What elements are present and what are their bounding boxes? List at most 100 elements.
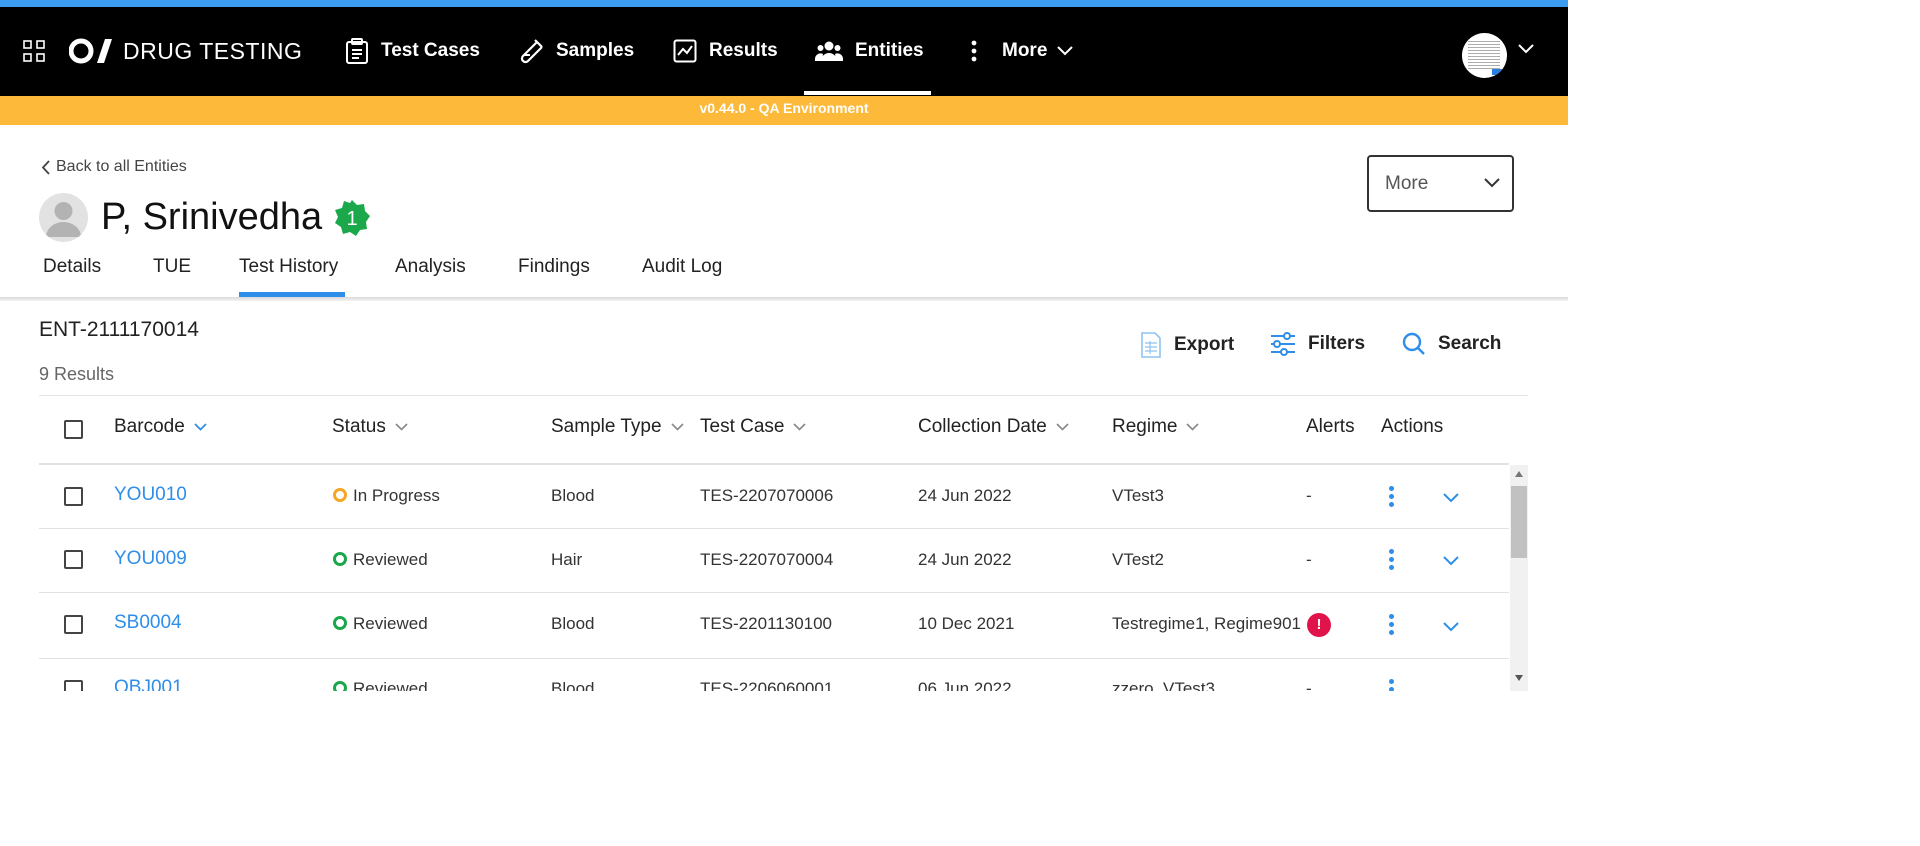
- header-regime-label: Regime: [1112, 416, 1178, 437]
- table-row[interactable]: SB0004 Reviewed Blood TES-2201130100 10 …: [39, 593, 1509, 659]
- tab-test-history[interactable]: Test History: [239, 256, 338, 278]
- header-barcode-label: Barcode: [114, 416, 185, 437]
- table-row[interactable]: YOU009 Reviewed Hair TES-2207070004 24 J…: [39, 529, 1509, 593]
- filters-button[interactable]: Filters: [1270, 332, 1365, 356]
- chart-line-icon: [673, 39, 697, 63]
- row-actions-menu-icon[interactable]: [1389, 614, 1395, 636]
- nav-active-underline: [804, 91, 931, 95]
- header-collection-date[interactable]: Collection Date: [918, 416, 1069, 438]
- table-row[interactable]: YOU010 In Progress Blood TES-2207070006 …: [39, 465, 1509, 529]
- reviewed-status-icon: [333, 552, 347, 566]
- nav-entities-label: Entities: [855, 40, 924, 61]
- filters-label: Filters: [1308, 333, 1366, 354]
- expand-row-chevron-icon[interactable]: [1443, 556, 1459, 566]
- clipboard-icon: [346, 38, 368, 64]
- row-checkbox[interactable]: [64, 550, 83, 569]
- header-barcode[interactable]: Barcode: [114, 416, 207, 438]
- header-status-label: Status: [332, 416, 386, 437]
- barcode-link[interactable]: YOU010: [114, 484, 187, 506]
- nav-results-label: Results: [709, 40, 778, 61]
- nav-samples[interactable]: Samples: [518, 27, 634, 75]
- status-cell: Reviewed: [333, 550, 428, 570]
- tab-analysis[interactable]: Analysis: [395, 256, 466, 278]
- person-avatar: [39, 193, 88, 242]
- user-avatar[interactable]: [1462, 33, 1507, 78]
- sample-type-cell: Blood: [551, 614, 595, 633]
- nav-more[interactable]: More: [970, 27, 1085, 75]
- sort-chevron-icon: [194, 423, 207, 431]
- select-all-checkbox[interactable]: [64, 420, 83, 439]
- row-actions-menu-icon[interactable]: [1389, 549, 1395, 571]
- collection-date-cell: 06 Jun 2022: [918, 679, 1012, 691]
- results-count: 9 Results: [39, 364, 115, 384]
- status-cell: In Progress: [333, 486, 440, 506]
- back-link-label: Back to all Entities: [56, 158, 187, 175]
- in-progress-status-icon: [333, 488, 347, 502]
- expand-row-chevron-icon[interactable]: [1443, 622, 1459, 632]
- tab-audit-log[interactable]: Audit Log: [642, 256, 722, 278]
- sliders-icon: [1271, 332, 1295, 356]
- header-sample-type[interactable]: Sample Type: [551, 416, 684, 438]
- tab-details[interactable]: Details: [43, 256, 101, 278]
- avatar-image: [1468, 41, 1500, 69]
- nav-samples-label: Samples: [556, 40, 635, 61]
- header-test-case[interactable]: Test Case: [700, 416, 807, 438]
- page-title: P, Srinivedha: [101, 196, 323, 238]
- barcode-link[interactable]: YOU009: [114, 548, 187, 570]
- tab-tue[interactable]: TUE: [153, 256, 191, 278]
- header-sample-type-label: Sample Type: [551, 416, 662, 437]
- app-grid-icon[interactable]: [23, 40, 45, 62]
- sample-type-cell: Blood: [551, 486, 595, 505]
- row-checkbox[interactable]: [64, 680, 83, 691]
- sample-type-cell: Blood: [551, 679, 595, 691]
- sort-chevron-icon: [793, 423, 807, 431]
- badge-count: 1: [346, 208, 357, 230]
- scroll-up-arrow-icon[interactable]: [1515, 471, 1523, 477]
- status-label: In Progress: [353, 486, 440, 505]
- search-button[interactable]: Search: [1402, 332, 1501, 356]
- header-actions: Actions: [1381, 416, 1444, 437]
- export-label: Export: [1174, 334, 1235, 355]
- test-case-cell: TES-2207070006: [700, 486, 834, 505]
- header-collection-date-label: Collection Date: [918, 416, 1047, 437]
- chevron-left-icon: [41, 159, 50, 175]
- tab-findings[interactable]: Findings: [518, 256, 590, 278]
- header-alerts: Alerts: [1306, 416, 1355, 437]
- back-to-entities-link[interactable]: Back to all Entities: [41, 158, 187, 176]
- test-tube-icon: [520, 39, 543, 64]
- notification-badge[interactable]: 1: [333, 199, 371, 237]
- alert-exclamation-icon[interactable]: !: [1307, 613, 1331, 637]
- sample-type-cell: Hair: [551, 550, 583, 569]
- avatar-status-marker: [1492, 69, 1504, 75]
- top-accent-strip: [0, 0, 1568, 7]
- test-case-cell: TES-2201130100: [700, 614, 833, 633]
- reviewed-status-icon: [333, 681, 347, 691]
- status-label: Reviewed: [353, 679, 428, 691]
- sort-chevron-icon: [670, 423, 684, 431]
- sort-chevron-icon: [1056, 423, 1069, 431]
- more-actions-dropdown[interactable]: More: [1367, 155, 1514, 212]
- collection-date-cell: 10 Dec 2021: [918, 614, 1015, 633]
- row-checkbox[interactable]: [64, 487, 83, 506]
- nav-test-cases[interactable]: Test Cases: [345, 27, 480, 75]
- row-actions-menu-icon[interactable]: [1389, 679, 1395, 691]
- export-button[interactable]: Export: [1140, 332, 1234, 358]
- entity-tabs: Details TUE Test History Analysis Findin…: [0, 250, 1568, 298]
- row-checkbox[interactable]: [64, 615, 83, 634]
- table-row[interactable]: OBJ001 Reviewed Blood TES-2206060001 06 …: [39, 660, 1509, 691]
- nav-results[interactable]: Results: [673, 27, 778, 75]
- vertical-dots-icon: [971, 40, 977, 62]
- expand-row-chevron-icon[interactable]: [1443, 493, 1459, 503]
- nav-entities[interactable]: Entities: [815, 27, 924, 75]
- scrollbar-thumb[interactable]: [1511, 486, 1527, 558]
- spreadsheet-export-icon: [1141, 332, 1161, 358]
- header-status[interactable]: Status: [332, 416, 408, 438]
- header-regime[interactable]: Regime: [1112, 416, 1200, 438]
- environment-banner: v0.44.0 - QA Environment: [0, 96, 1568, 125]
- barcode-link[interactable]: OBJ001: [114, 677, 183, 691]
- more-dropdown-label: More: [1385, 172, 1429, 194]
- user-menu-chevron-icon[interactable]: [1518, 44, 1534, 54]
- scroll-down-arrow-icon[interactable]: [1515, 675, 1523, 681]
- row-actions-menu-icon[interactable]: [1389, 486, 1395, 508]
- barcode-link[interactable]: SB0004: [114, 612, 182, 634]
